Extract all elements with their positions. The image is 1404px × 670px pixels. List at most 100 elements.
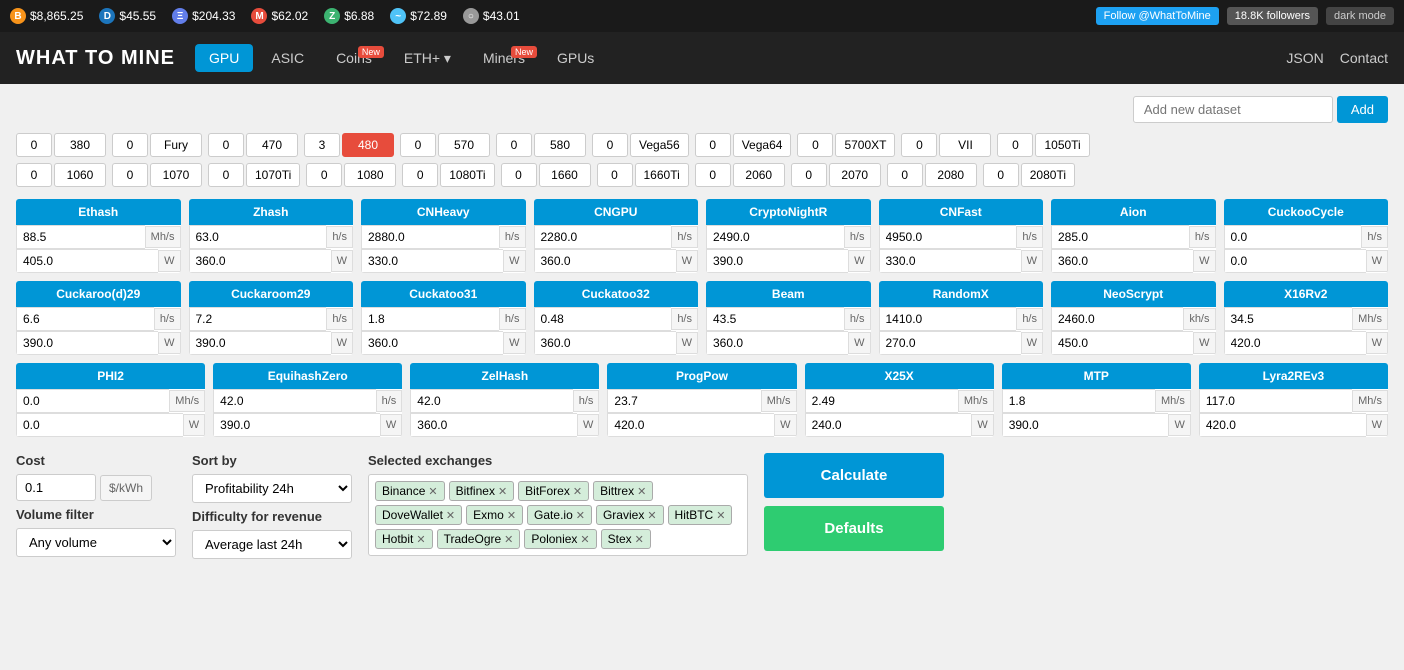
algo-hashrate-input[interactable]	[1199, 389, 1352, 413]
calculate-button[interactable]: Calculate	[764, 453, 944, 498]
algo-power-input[interactable]	[16, 249, 158, 273]
exchange-remove-btn[interactable]: ✕	[573, 485, 582, 498]
gpu-count-input[interactable]	[797, 133, 833, 157]
algo-power-input[interactable]	[607, 413, 774, 437]
algo-power-input[interactable]	[534, 249, 676, 273]
gpu-count-input[interactable]	[208, 133, 244, 157]
algo-hashrate-input[interactable]	[706, 225, 844, 249]
algo-hashrate-input[interactable]	[189, 225, 327, 249]
algo-header[interactable]: NeoScrypt	[1051, 281, 1216, 307]
algo-power-input[interactable]	[189, 331, 331, 355]
algo-power-input[interactable]	[1051, 249, 1193, 273]
nav-asic[interactable]: ASIC	[257, 44, 318, 72]
algo-power-input[interactable]	[189, 249, 331, 273]
nav-coins[interactable]: Coins New	[322, 44, 386, 72]
algo-hashrate-input[interactable]	[1051, 307, 1183, 331]
algo-header[interactable]: Cuckaroo(d)29	[16, 281, 181, 307]
algo-header[interactable]: EquihashZero	[213, 363, 402, 389]
gpu-count-input[interactable]	[304, 133, 340, 157]
volume-filter-select[interactable]: Any volume > $1000 > $10000	[16, 528, 176, 557]
algo-power-input[interactable]	[1224, 331, 1366, 355]
gpu-count-input[interactable]	[112, 133, 148, 157]
algo-power-input[interactable]	[1002, 413, 1169, 437]
add-dataset-input[interactable]	[1133, 96, 1333, 123]
algo-hashrate-input[interactable]	[213, 389, 375, 413]
algo-header[interactable]: Beam	[706, 281, 871, 307]
algo-header[interactable]: CuckooCycle	[1224, 199, 1389, 225]
exchange-remove-btn[interactable]: ✕	[647, 509, 656, 522]
algo-header[interactable]: CryptoNightR	[706, 199, 871, 225]
gpu-count-input[interactable]	[208, 163, 244, 187]
gpu-count-input[interactable]	[695, 163, 731, 187]
algo-power-input[interactable]	[706, 331, 848, 355]
algo-header[interactable]: Lyra2REv3	[1199, 363, 1388, 389]
algo-power-input[interactable]	[534, 331, 676, 355]
algo-hashrate-input[interactable]	[879, 307, 1017, 331]
gpu-count-input[interactable]	[112, 163, 148, 187]
algo-header[interactable]: CNGPU	[534, 199, 699, 225]
algo-header[interactable]: Cuckatoo32	[534, 281, 699, 307]
algo-power-input[interactable]	[805, 413, 972, 437]
algo-hashrate-input[interactable]	[361, 307, 499, 331]
algo-hashrate-input[interactable]	[16, 307, 154, 331]
nav-gpus[interactable]: GPUs	[543, 44, 608, 72]
algo-power-input[interactable]	[879, 331, 1021, 355]
algo-header[interactable]: CNFast	[879, 199, 1044, 225]
algo-power-input[interactable]	[879, 249, 1021, 273]
gpu-count-input[interactable]	[16, 163, 52, 187]
algo-hashrate-input[interactable]	[410, 389, 572, 413]
exchange-remove-btn[interactable]: ✕	[580, 533, 589, 546]
exchange-remove-btn[interactable]: ✕	[637, 485, 646, 498]
algo-power-input[interactable]	[1224, 249, 1366, 273]
algo-header[interactable]: Cuckaroom29	[189, 281, 354, 307]
gpu-count-input[interactable]	[501, 163, 537, 187]
algo-hashrate-input[interactable]	[706, 307, 844, 331]
algo-power-input[interactable]	[213, 413, 380, 437]
algo-header[interactable]: ProgPow	[607, 363, 796, 389]
algo-header[interactable]: PHI2	[16, 363, 205, 389]
algo-header[interactable]: X16Rv2	[1224, 281, 1389, 307]
algo-power-input[interactable]	[361, 331, 503, 355]
algo-hashrate-input[interactable]	[1051, 225, 1189, 249]
algo-power-input[interactable]	[410, 413, 577, 437]
gpu-count-input[interactable]	[592, 133, 628, 157]
exchange-remove-btn[interactable]: ✕	[498, 485, 507, 498]
algo-hashrate-input[interactable]	[16, 389, 169, 413]
algo-hashrate-input[interactable]	[361, 225, 499, 249]
algo-header[interactable]: Ethash	[16, 199, 181, 225]
exchange-remove-btn[interactable]: ✕	[416, 533, 425, 546]
algo-header[interactable]: RandomX	[879, 281, 1044, 307]
nav-json[interactable]: JSON	[1286, 50, 1323, 66]
exchange-remove-btn[interactable]: ✕	[635, 533, 644, 546]
algo-hashrate-input[interactable]	[189, 307, 327, 331]
algo-header[interactable]: Zhash	[189, 199, 354, 225]
nav-contact[interactable]: Contact	[1340, 50, 1388, 66]
algo-hashrate-input[interactable]	[879, 225, 1017, 249]
algo-hashrate-input[interactable]	[534, 307, 672, 331]
algo-header[interactable]: CNHeavy	[361, 199, 526, 225]
exchange-remove-btn[interactable]: ✕	[507, 509, 516, 522]
defaults-button[interactable]: Defaults	[764, 506, 944, 551]
diff-select[interactable]: Average last 24h Current	[192, 530, 352, 559]
gpu-count-input[interactable]	[983, 163, 1019, 187]
gpu-count-input[interactable]	[306, 163, 342, 187]
gpu-count-input[interactable]	[901, 133, 937, 157]
algo-header[interactable]: Cuckatoo31	[361, 281, 526, 307]
algo-hashrate-input[interactable]	[805, 389, 958, 413]
algo-hashrate-input[interactable]	[1002, 389, 1155, 413]
cost-input[interactable]	[16, 474, 96, 501]
gpu-count-input[interactable]	[400, 133, 436, 157]
algo-hashrate-input[interactable]	[1224, 307, 1353, 331]
exchange-remove-btn[interactable]: ✕	[428, 485, 437, 498]
algo-hashrate-input[interactable]	[1224, 225, 1362, 249]
darkmode-button[interactable]: dark mode	[1326, 7, 1394, 25]
exchange-remove-btn[interactable]: ✕	[716, 509, 725, 522]
gpu-count-input[interactable]	[16, 133, 52, 157]
algo-header[interactable]: Aion	[1051, 199, 1216, 225]
gpu-count-input[interactable]	[887, 163, 923, 187]
algo-header[interactable]: X25X	[805, 363, 994, 389]
gpu-count-input[interactable]	[997, 133, 1033, 157]
gpu-count-input[interactable]	[597, 163, 633, 187]
algo-power-input[interactable]	[16, 331, 158, 355]
exchange-remove-btn[interactable]: ✕	[576, 509, 585, 522]
